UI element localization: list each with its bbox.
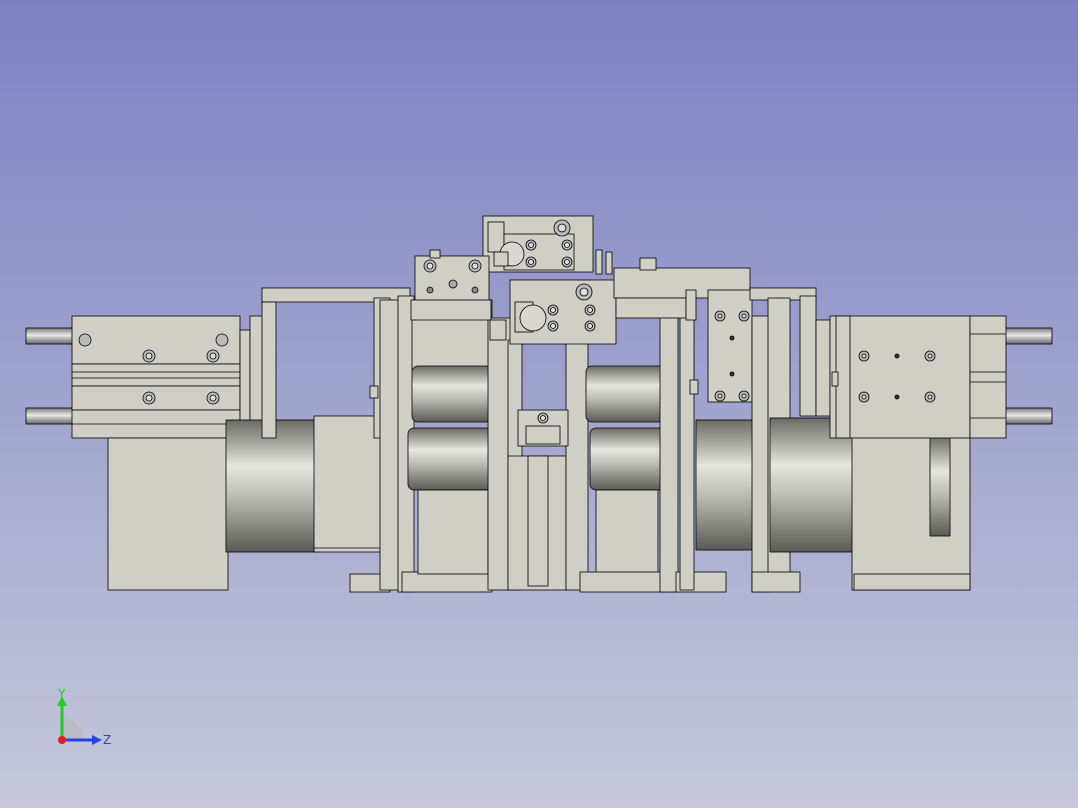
cad-assembly-model[interactable] — [0, 0, 1078, 808]
x-axis-dot — [58, 736, 66, 744]
left-motor — [107, 415, 387, 591]
z-axis-label: Z — [103, 733, 111, 747]
z-axis-arrow — [92, 735, 102, 745]
axis-triad-arc — [62, 718, 84, 740]
axis-triad[interactable]: Y Z — [40, 684, 130, 764]
top-gripper-upper — [482, 215, 613, 275]
top-gripper-left — [410, 249, 492, 321]
3d-viewport[interactable]: Y Z — [0, 0, 1078, 808]
y-axis-label: Y — [57, 687, 66, 701]
right-motor — [769, 417, 971, 591]
